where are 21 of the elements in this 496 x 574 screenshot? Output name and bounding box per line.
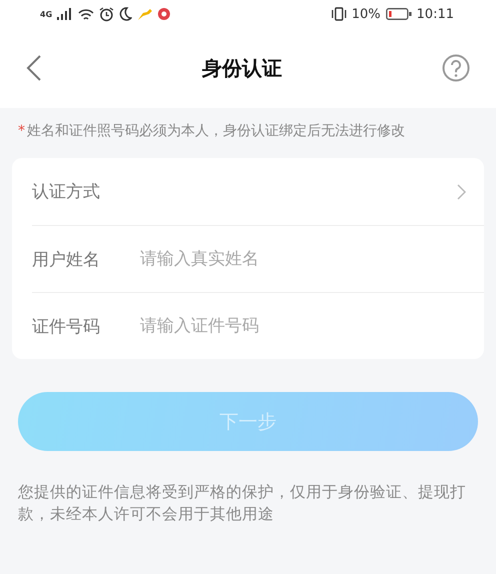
text-input-field[interactable]: 请输入真实姓名	[140, 249, 466, 269]
page-title: 身份认证	[202, 54, 282, 82]
alarm-icon	[99, 6, 114, 22]
back-icon[interactable]	[26, 55, 42, 81]
field-label: 认证方式	[32, 181, 101, 203]
notice-text: *姓名和证件照号码必须为本人，身份认证绑定后无法进行修改	[18, 123, 405, 139]
text-input-field[interactable]: 请输入证件号码	[140, 316, 466, 336]
signal-icon	[57, 8, 74, 20]
moon-icon	[119, 7, 132, 21]
field-label: 用户姓名	[32, 248, 101, 270]
network-label: 4G	[40, 10, 52, 18]
clock-time: 10:11	[416, 6, 454, 22]
help-icon[interactable]	[442, 54, 470, 82]
app-icon	[158, 8, 170, 20]
chevron-right-icon[interactable]	[457, 184, 466, 200]
battery-icon	[386, 8, 412, 20]
battery-percent: 10%	[352, 6, 381, 22]
field-label: 证件号码	[32, 316, 101, 338]
privacy-note: 您提供的证件信息将受到严格的保护，仅用于身份验证、提现打款，未经本人许可不会用于其他用途	[18, 483, 466, 523]
wifi-icon	[78, 8, 94, 20]
vibrate-icon	[330, 7, 347, 21]
